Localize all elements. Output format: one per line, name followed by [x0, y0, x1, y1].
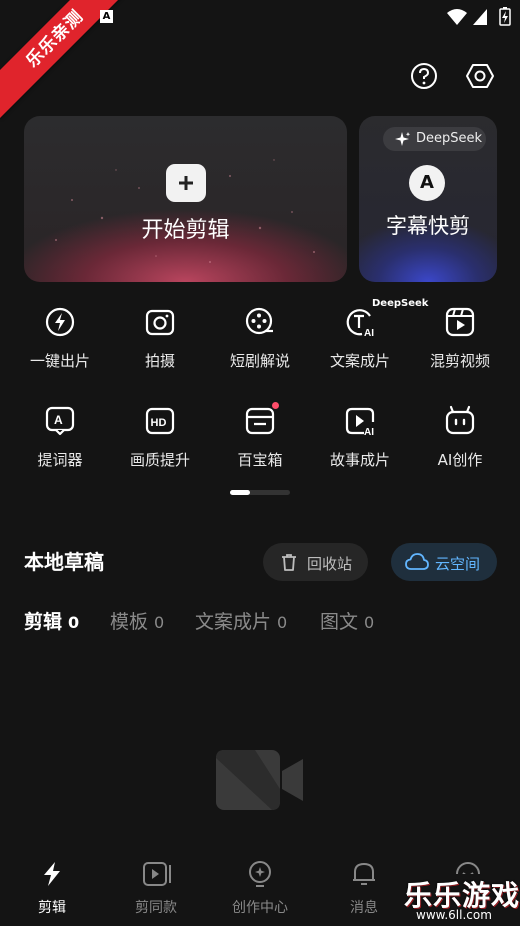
nav-messages[interactable]: 消息	[312, 852, 416, 926]
tab-label: 文案成片	[195, 611, 272, 633]
story-ai-icon: AI	[345, 407, 374, 437]
svg-text:HD: HD	[151, 417, 167, 429]
start-editing-label: 开始剪辑	[141, 218, 230, 243]
tool-label: AI创作	[437, 451, 483, 469]
nav-edit[interactable]: 剪辑	[0, 852, 104, 926]
settings-icon[interactable]	[465, 61, 495, 91]
subtitle-cut-label: 字幕快剪	[386, 214, 470, 238]
subtitle-avatar-icon: A	[409, 165, 445, 201]
camera-icon	[145, 309, 175, 336]
tab-count: 0	[154, 613, 165, 632]
cloud-icon	[405, 553, 429, 570]
tool-drama[interactable]: 短剧解说	[210, 306, 310, 376]
tool-teleprompter[interactable]: A 提词器	[10, 405, 110, 475]
svg-text:AI: AI	[364, 328, 374, 338]
watermark-logo: 乐乐游戏 www.6ll.com	[404, 874, 520, 926]
tab-label: 剪辑	[24, 611, 63, 633]
text-ai-icon: AI	[346, 309, 374, 338]
tab-image-text[interactable]: 图文 0	[320, 607, 374, 634]
tool-hd[interactable]: HD 画质提升	[110, 405, 210, 475]
tab-template[interactable]: 模板 0	[110, 607, 164, 634]
tool-label: 一键出片	[29, 352, 90, 370]
nav-creation-center[interactable]: 创作中心	[208, 852, 312, 926]
tool-toolbox[interactable]: 百宝箱	[210, 402, 310, 475]
tools-pager	[230, 490, 290, 495]
deepseek-badge: DeepSeek	[383, 127, 486, 151]
tool-mix-video[interactable]: 混剪视频	[410, 306, 510, 376]
hd-icon: HD	[145, 407, 175, 435]
svg-text:AI: AI	[364, 427, 374, 437]
battery-icon	[499, 7, 511, 26]
nav-label: 剪同款	[135, 900, 177, 916]
template-play-icon	[143, 862, 171, 886]
nav-same-style[interactable]: 剪同款	[104, 852, 208, 926]
tool-label: 画质提升	[129, 451, 190, 469]
tab-label: 图文	[320, 611, 359, 633]
tab-count: 0	[364, 613, 375, 632]
teleprompter-icon: A	[45, 406, 75, 436]
empty-video-icon	[216, 750, 303, 810]
tool-label: 混剪视频	[429, 352, 490, 370]
nav-label: 剪辑	[38, 900, 66, 916]
tool-label: 故事成片	[329, 451, 390, 469]
tool-label: 百宝箱	[237, 451, 283, 469]
tool-label: 文案成片	[329, 352, 390, 370]
cloud-space-label: 云空间	[435, 555, 481, 573]
robot-icon	[445, 405, 475, 435]
tool-story[interactable]: AI 故事成片	[310, 405, 410, 475]
tool-one-click[interactable]: 一键出片	[10, 306, 110, 376]
tool-copywriting[interactable]: AI DeepSeek 文案成片	[310, 298, 428, 376]
lightning-icon	[44, 862, 60, 886]
trash-icon	[282, 554, 296, 571]
cloud-space-button[interactable]: 云空间	[391, 543, 497, 581]
tab-label: 模板	[110, 611, 149, 633]
pager-active-indicator	[230, 490, 250, 495]
tab-count: 0	[68, 613, 80, 632]
toolbox-icon	[245, 407, 275, 435]
bulb-icon	[249, 861, 271, 887]
deepseek-badge-label: DeepSeek	[416, 131, 483, 146]
status-bar: A	[0, 0, 520, 34]
tab-count: 0	[277, 613, 288, 632]
nav-label: 创作中心	[232, 900, 288, 916]
video-collage-icon	[445, 307, 475, 337]
start-editing-card[interactable]: 开始剪辑	[24, 116, 347, 282]
nav-label: 消息	[350, 900, 378, 916]
local-drafts-title: 本地草稿	[24, 550, 104, 574]
notification-dot	[272, 402, 279, 409]
tab-edit[interactable]: 剪辑 0	[24, 607, 79, 634]
film-reel-icon	[245, 307, 273, 335]
tab-copywriting[interactable]: 文案成片 0	[195, 607, 287, 634]
tool-label: 拍摄	[144, 352, 175, 370]
watermark-url: www.6ll.com	[416, 908, 492, 922]
lightning-icon	[45, 307, 75, 337]
tool-label: 短剧解说	[229, 352, 290, 370]
signal-icon	[473, 9, 487, 25]
bell-icon	[353, 863, 375, 885]
recycle-bin-button[interactable]: 回收站	[263, 543, 368, 581]
tool-ai-create[interactable]: AI创作	[410, 405, 510, 475]
tool-label: 提词器	[37, 451, 83, 469]
plus-icon	[166, 164, 206, 202]
help-icon[interactable]	[409, 61, 439, 91]
subtitle-cut-card[interactable]: DeepSeek A 字幕快剪	[359, 116, 497, 282]
keyboard-status-icon: A	[100, 10, 113, 23]
tool-camera[interactable]: 拍摄	[110, 306, 210, 376]
recycle-bin-label: 回收站	[307, 555, 353, 573]
svg-text:A: A	[54, 413, 63, 427]
sparkle-icon	[395, 132, 411, 146]
wifi-icon	[447, 9, 467, 25]
